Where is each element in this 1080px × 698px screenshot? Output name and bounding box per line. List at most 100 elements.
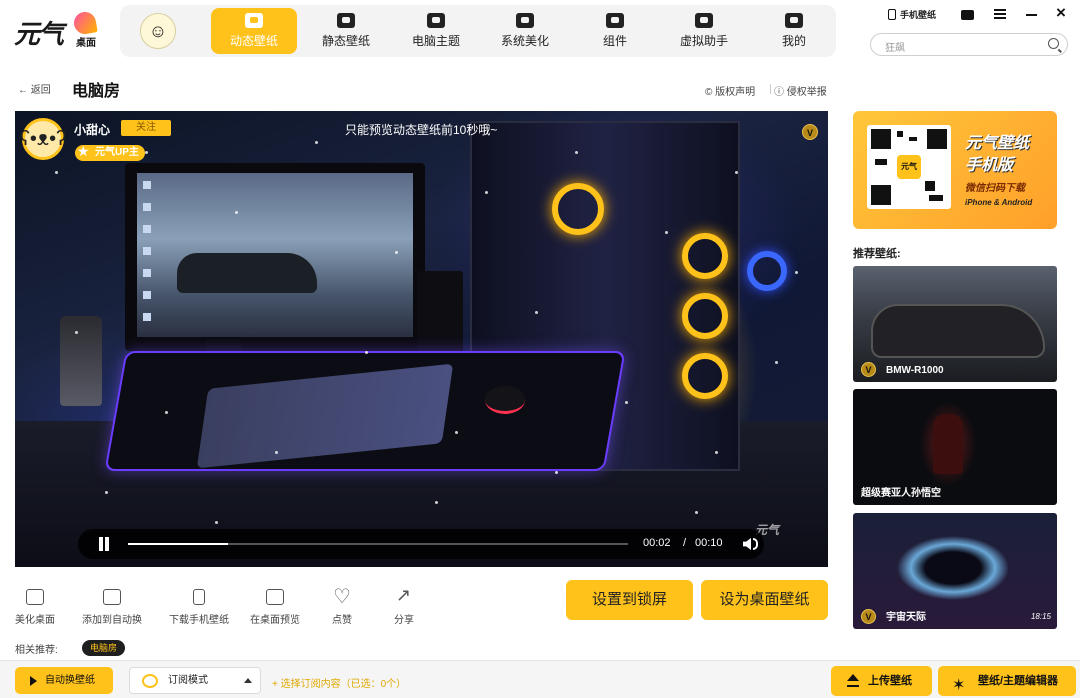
snow-particle <box>555 471 558 474</box>
flower-icon <box>516 13 534 28</box>
snow-particle <box>165 411 168 414</box>
card-title: 宇宙天际 <box>886 612 926 623</box>
app-window: 元气 桌面 ☺ 动态壁纸 静态壁纸 电脑主题 系统美化 组件 虚拟助手 我的 手… <box>0 0 1080 698</box>
related-tag[interactable]: 电脑房 <box>82 640 126 656</box>
uploader-name[interactable]: 小甜心 <box>74 121 110 138</box>
message-icon[interactable] <box>961 10 974 20</box>
progress-fill <box>128 543 228 545</box>
phone-wallpaper-link[interactable]: 手机壁纸 <box>888 8 936 21</box>
subscribe-icon <box>142 674 158 688</box>
scene-fan <box>682 233 728 279</box>
face-icon <box>785 13 803 28</box>
recommended-card[interactable]: 超级赛亚人孙悟空 <box>853 389 1057 505</box>
auto-switch-button[interactable]: 自动换壁纸 <box>15 667 113 694</box>
snow-particle <box>665 231 668 234</box>
set-lockscreen-button[interactable]: 设置到锁屏 <box>566 580 693 620</box>
search-placeholder: 狂飙 <box>885 43 905 54</box>
volume-icon[interactable] <box>743 538 751 550</box>
theme-editor-button[interactable]: ✶ 壁纸/主题编辑器 <box>938 666 1076 696</box>
logo-heart-icon <box>72 10 98 36</box>
snow-particle <box>775 361 778 364</box>
follow-button[interactable]: 关注 <box>121 120 171 136</box>
app-logo[interactable]: 元气 桌面 <box>14 10 104 50</box>
snow-particle <box>395 251 398 254</box>
card-thumbnail <box>873 306 1043 356</box>
star-icon: ★ <box>77 143 90 159</box>
snow-particle <box>315 141 318 144</box>
phone-icon <box>888 9 896 20</box>
nav-static-wallpaper[interactable]: 静态壁纸 <box>303 8 389 54</box>
snow-particle <box>75 331 78 334</box>
scene-fan <box>682 353 728 399</box>
nav-widgets[interactable]: 组件 <box>572 8 658 54</box>
shirt-icon <box>427 13 445 28</box>
menu-icon[interactable] <box>994 9 1006 19</box>
snow-particle <box>55 171 58 174</box>
card-title: BMW-R1000 <box>886 365 944 376</box>
action-beautify-desktop[interactable]: 美化桌面 <box>3 589 67 626</box>
action-download-phone[interactable]: 下载手机壁纸 <box>167 589 231 626</box>
logo-text: 元气 <box>14 20 64 50</box>
copyright-link[interactable]: © 版权声明 <box>705 83 755 98</box>
widget-icon <box>606 13 624 28</box>
user-avatar[interactable]: ☺ <box>140 13 176 49</box>
close-icon[interactable]: × <box>1056 3 1066 23</box>
paw-icon <box>695 13 713 28</box>
promo-scan-text: 微信扫码下载 <box>965 183 1025 194</box>
promo-platforms: iPhone & Android <box>965 198 1033 207</box>
pause-icon[interactable] <box>98 537 110 551</box>
preview-icon <box>266 589 284 605</box>
action-add-auto-switch[interactable]: 添加到自动换 <box>80 589 144 626</box>
vip-badge: V <box>802 124 818 140</box>
snow-particle <box>235 211 238 214</box>
snow-particle <box>535 311 538 314</box>
promo-title: 元气壁纸 <box>965 135 1030 152</box>
snow-particle <box>735 171 738 174</box>
phone-download-icon <box>193 589 205 605</box>
recommended-card[interactable]: V BMW-R1000 <box>853 266 1057 382</box>
nav-virtual-assistant[interactable]: 虚拟助手 <box>661 8 747 54</box>
report-link[interactable]: ⓘ 侵权举报 <box>774 83 827 98</box>
choose-subscription-link[interactable]: + 选择订阅内容（已选：0个） <box>272 675 406 690</box>
progress-bar[interactable] <box>128 543 628 545</box>
mobile-promo-banner[interactable]: 元气 元气壁纸 手机版 微信扫码下载 iPhone & Android <box>853 111 1057 229</box>
card-clock: 18:15 <box>1030 612 1051 621</box>
minimize-icon[interactable] <box>1026 14 1037 16</box>
recommended-card[interactable]: V 宇宙天际 18:15 <box>853 513 1057 629</box>
back-button[interactable]: ← 返回 <box>18 81 51 96</box>
search-icon[interactable] <box>1048 38 1059 49</box>
action-like[interactable]: 点赞 <box>310 584 374 626</box>
tv-icon <box>245 13 263 28</box>
wallpaper-preview[interactable]: ʕ•ᴥ•ʔ 小甜心 关注 ★ 元气UP主 只能预览动态壁纸前10秒哦~ V 元气 … <box>15 111 828 567</box>
caret-up-icon <box>244 678 252 683</box>
scene-fan <box>552 183 604 235</box>
nav-dynamic-wallpaper[interactable]: 动态壁纸 <box>211 8 297 54</box>
qr-center-logo: 元气 <box>897 155 921 179</box>
snow-particle <box>715 451 718 454</box>
volume-wave-icon <box>753 538 758 550</box>
preview-tip: 只能预览动态壁纸前10秒哦~ <box>345 123 498 137</box>
scene-mouse <box>485 386 525 414</box>
qr-corner <box>871 129 891 149</box>
card-thumbnail <box>933 414 963 474</box>
nav-pc-theme[interactable]: 电脑主题 <box>393 8 479 54</box>
nav-mine[interactable]: 我的 <box>751 8 837 54</box>
subscribe-mode-select[interactable]: 订阅模式 <box>129 667 261 694</box>
upload-wallpaper-button[interactable]: 上传壁纸 <box>831 666 932 696</box>
qr-corner <box>871 185 891 205</box>
scene-desktop-icons <box>143 181 151 321</box>
action-share[interactable]: 分享 <box>372 585 436 626</box>
page-title: 电脑房 <box>72 83 121 100</box>
recommended-label: 推荐壁纸: <box>853 248 901 260</box>
search-input[interactable]: 狂飙 <box>870 33 1068 56</box>
scene-screen <box>137 173 413 337</box>
action-preview-desktop[interactable]: 在桌面预览 <box>243 589 307 626</box>
uploader-avatar[interactable]: ʕ•ᴥ•ʔ <box>20 118 66 160</box>
qr-corner <box>927 129 947 149</box>
nav-system-beautify[interactable]: 系统美化 <box>482 8 568 54</box>
share-icon <box>395 585 413 606</box>
snow-particle <box>575 151 578 154</box>
qr-code: 元气 <box>867 125 951 209</box>
set-desktop-wallpaper-button[interactable]: 设为桌面壁纸 <box>701 580 828 620</box>
vip-badge: V <box>861 609 876 624</box>
